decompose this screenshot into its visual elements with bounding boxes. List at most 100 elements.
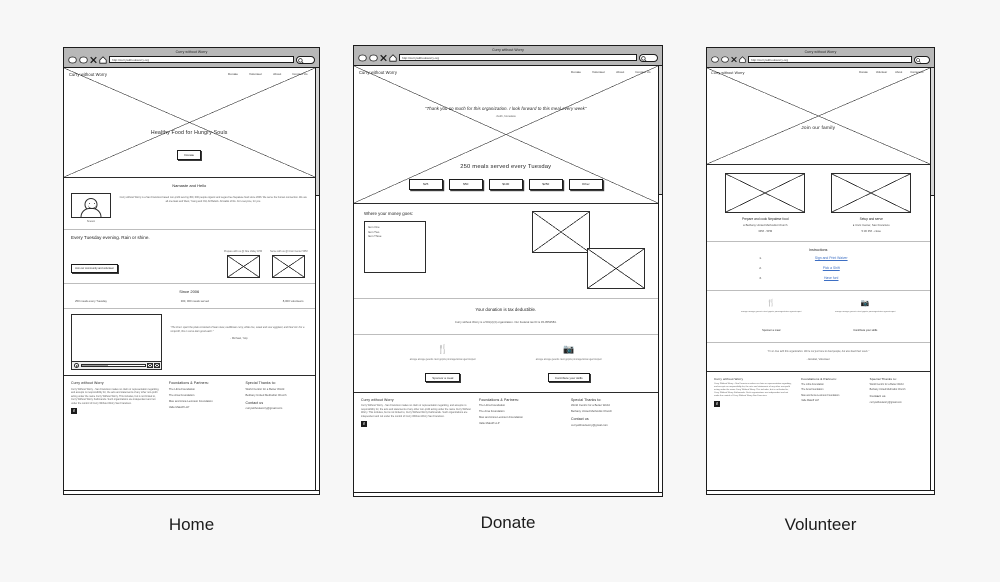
nav-item-about[interactable]: About	[616, 70, 624, 74]
volunteer-testimonial-section: "I'm in love with this organization. We'…	[707, 343, 930, 371]
home-icon[interactable]	[389, 53, 397, 62]
footer-partner-item[interactable]: Max and Anna Levinson Foundation	[169, 400, 238, 403]
contribute-skills-button[interactable]: Contribute your skills	[849, 327, 882, 334]
play-icon[interactable]	[73, 362, 79, 369]
footer-partner-item[interactable]: Max and Anna Levinson Foundation	[479, 416, 563, 419]
nav-item-volunteer[interactable]: Volunteer	[249, 72, 262, 76]
footer-thanks-item: Bethany United Methodist Church	[570, 410, 613, 414]
amount-option-other[interactable]: Other	[568, 179, 603, 190]
footer-contact-heading: Contact us	[245, 400, 264, 405]
footer-partner-item[interactable]: The Libra Foundation	[169, 388, 238, 391]
home-icon[interactable]	[99, 55, 107, 64]
nav-item-donate[interactable]: Donate	[571, 70, 581, 74]
forward-icon[interactable]	[79, 56, 88, 64]
facebook-icon[interactable]: f	[361, 421, 367, 428]
horizontal-scrollbar[interactable]	[354, 491, 662, 496]
nav-item-contact[interactable]: Contact Us	[635, 70, 650, 74]
footer-partner-item[interactable]: The Libra Foundation	[479, 404, 563, 407]
vertical-scrollbar[interactable]	[657, 66, 662, 496]
address-bar[interactable]: http://currywithoutworry.org	[399, 54, 637, 61]
step-link-havefun[interactable]: Have fun!	[785, 276, 877, 280]
role-card: Prepare and cook Nepalese food ● Bethany…	[725, 173, 806, 233]
back-icon[interactable]	[358, 54, 367, 62]
stat-volunteers: 8,000 volunteers	[282, 299, 304, 303]
horizontal-scrollbar[interactable]	[707, 489, 934, 494]
step-link-waiver[interactable]: Sign and Print Waiver	[785, 256, 877, 260]
footer-contact-email[interactable]: currywithoutworry@gmail.com	[870, 401, 923, 404]
instructions-section: Instructions 1. Sign and Print Waiver 2.…	[707, 242, 930, 291]
site-header: Curry without Worry Donate Volunteer Abo…	[707, 68, 930, 75]
brand-logo[interactable]: Curry without Worry	[69, 72, 107, 77]
nav-item-about[interactable]: About	[895, 71, 902, 74]
video-progress-bar[interactable]	[80, 363, 146, 368]
nav-item-contact[interactable]: Contact Us	[292, 72, 307, 76]
home-icon[interactable]	[739, 56, 746, 63]
browser-chrome: Curry without Worry http://currywithoutw…	[354, 46, 662, 66]
role-title: Setup and serve	[859, 216, 883, 221]
forward-icon[interactable]	[721, 56, 729, 63]
nav-item-donate[interactable]: Donate	[859, 71, 868, 74]
video-screen[interactable]	[72, 315, 161, 361]
contribute-skills-button[interactable]: Contribute your skills	[547, 373, 590, 383]
brand-logo[interactable]: Curry without Worry	[359, 70, 397, 75]
back-icon[interactable]	[68, 56, 77, 64]
footer-partner-item[interactable]: The Ama Foundation	[801, 388, 861, 391]
footer-partner-item[interactable]: The Libra Foundation	[801, 383, 861, 386]
footer-partner-item[interactable]: The Ama Foundation	[169, 394, 238, 397]
amount-option-50[interactable]: $50	[448, 179, 483, 190]
footer-thanks-item: World Centric for a Better World	[869, 383, 904, 387]
close-icon[interactable]	[731, 56, 737, 63]
amount-option-25[interactable]: $25	[408, 179, 443, 190]
step-link-shift[interactable]: Pick a Shift	[785, 266, 877, 270]
facebook-icon[interactable]: f	[71, 408, 77, 414]
footer-partners-heading: Foundations & Partners:	[168, 381, 209, 385]
browser-search-box[interactable]	[639, 53, 658, 62]
sponsor-meal-button[interactable]: Sponsor a meal	[425, 373, 461, 383]
browser-search-box[interactable]	[296, 55, 315, 64]
footer-partner-item[interactable]: The Ama Foundation	[479, 410, 563, 413]
sponsor-meal-button[interactable]: Sponsor a meal	[758, 327, 785, 334]
footer-contact-email[interactable]: currywithoutworry@gmail.com	[245, 407, 307, 410]
footer-contact-email[interactable]: currywithoutworry@gmail.com	[571, 424, 651, 427]
vertical-scrollbar[interactable]	[929, 68, 934, 494]
footer-partner-item[interactable]: Valle Makoff LLP	[479, 422, 563, 425]
home-hero: Curry without Worry Donate Volunteer Abo…	[64, 68, 315, 178]
address-bar[interactable]: http://currywithoutworry.org	[109, 56, 294, 63]
join-volunteer-button[interactable]: Join our community and volunteer	[71, 263, 118, 273]
brand-logo[interactable]: Curry without Worry	[711, 71, 745, 75]
footer-partner-item[interactable]: Max and Anna Levinson Foundation	[801, 394, 861, 397]
cta-sponsor-meal: 🍴 amoge amoge gesoris rient gopris pmora…	[738, 299, 804, 337]
vertical-scrollbar[interactable]	[314, 68, 319, 494]
back-icon[interactable]	[711, 56, 719, 63]
facebook-icon[interactable]: f	[714, 401, 720, 408]
footer-partner-item[interactable]: Valle Makoff LLP	[169, 406, 238, 409]
video-player[interactable]	[71, 314, 163, 370]
close-icon[interactable]	[90, 56, 97, 64]
amount-option-100[interactable]: $100	[488, 179, 523, 190]
hero-donate-button[interactable]: Donate	[177, 150, 202, 160]
scrollbar-thumb[interactable]	[658, 66, 662, 195]
nav-item-about[interactable]: About	[273, 72, 281, 76]
fullscreen-icon[interactable]	[154, 362, 160, 369]
scrollbar-thumb[interactable]	[315, 68, 319, 196]
footer-partner-item[interactable]: Valle Makoff LLP	[801, 399, 861, 402]
browser-viewport: Curry without Worry Donate Volunteer Abo…	[64, 68, 319, 494]
money-breakdown-list[interactable]: Item One Item Two Item Three	[364, 221, 426, 273]
scrollbar-thumb[interactable]	[930, 68, 934, 196]
cta-contribute-skills: 📷 amoge amoge gesoris rient gopris pmora…	[832, 299, 898, 337]
volume-icon[interactable]	[147, 362, 153, 369]
address-bar[interactable]: http://currywithoutworry.org	[748, 56, 912, 63]
forward-icon[interactable]	[369, 54, 378, 62]
amount-option-250[interactable]: $250	[528, 179, 563, 190]
about-section: Namaste and Hello Sneson Curry without W…	[64, 178, 315, 230]
close-icon[interactable]	[380, 54, 387, 62]
home-browser-panel: Curry without Worry http://currywithoutw…	[63, 47, 320, 495]
nav-item-donate[interactable]: Donate	[228, 72, 238, 76]
browser-search-box[interactable]	[914, 55, 930, 64]
browser-window: Curry without Worry http://currywithoutw…	[63, 47, 320, 495]
nav-item-volunteer[interactable]: Volunteer	[876, 71, 887, 74]
camera-icon: 📷	[860, 299, 870, 307]
horizontal-scrollbar[interactable]	[64, 489, 319, 494]
nav-item-volunteer[interactable]: Volunteer	[592, 70, 605, 74]
nav-item-contact[interactable]: Contact Us	[910, 71, 923, 74]
